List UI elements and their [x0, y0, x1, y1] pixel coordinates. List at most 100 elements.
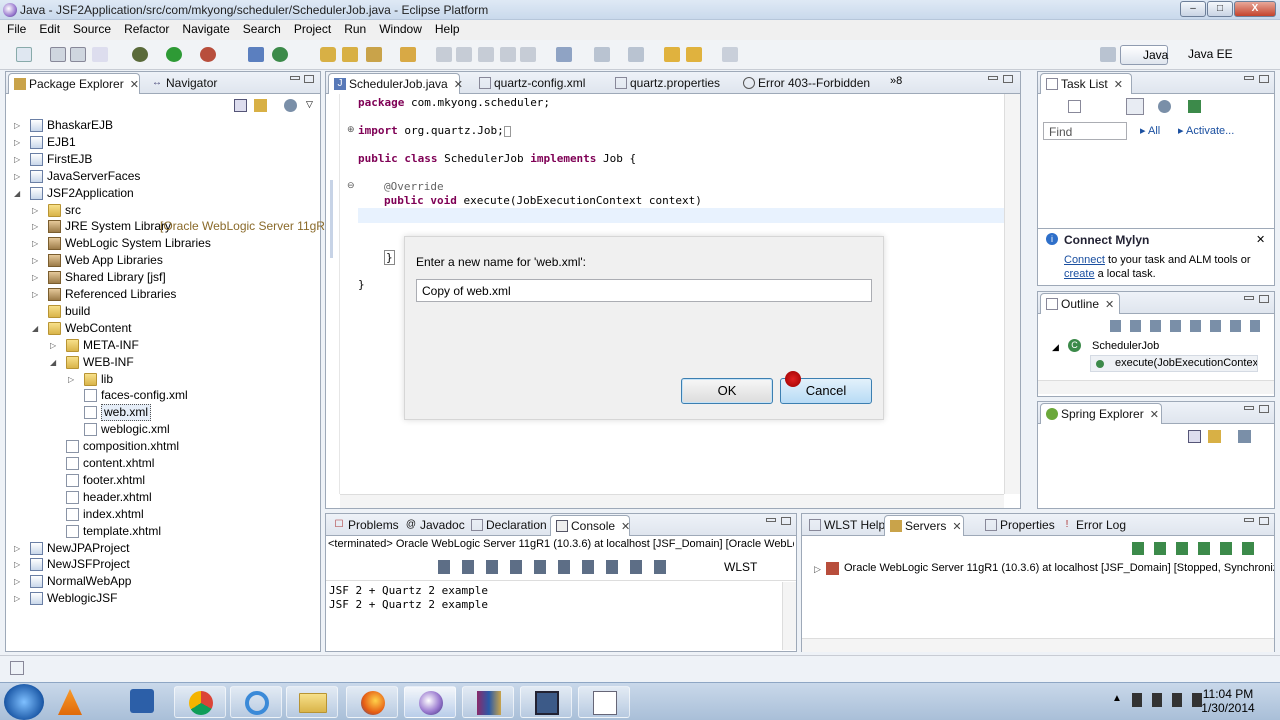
pencil-icon[interactable]: [366, 47, 382, 62]
code-line-execute[interactable]: public void execute(JobExecutionContext …: [384, 194, 702, 207]
maximize-view-icon[interactable]: [1259, 75, 1269, 83]
tree-expand-arrow-icon[interactable]: ▷: [32, 202, 40, 219]
more-tabs-button[interactable]: »8: [890, 75, 902, 87]
open-resource-icon[interactable]: [400, 47, 416, 62]
save-all-icon[interactable]: [70, 47, 86, 62]
show-hidden-icons[interactable]: ▲: [1112, 693, 1122, 704]
print-icon[interactable]: [92, 47, 108, 62]
collapse-all-icon[interactable]: [234, 99, 247, 112]
menu-source[interactable]: Source: [66, 20, 117, 36]
close-icon[interactable]: ✕: [130, 79, 139, 91]
tree-expand-arrow-icon[interactable]: ▷: [32, 269, 40, 286]
maximize-view-icon[interactable]: [1003, 75, 1013, 83]
show-whitespace-icon[interactable]: [520, 47, 536, 62]
tab-problems[interactable]: ☐ Problems: [328, 515, 399, 536]
tab-package-explorer[interactable]: Package Explorer ✕: [8, 73, 140, 94]
outline-toolbar-icons[interactable]: [1110, 320, 1260, 332]
fast-view-icon[interactable]: [10, 661, 24, 675]
toggle-breadcrumb-icon[interactable]: [478, 47, 494, 62]
maximize-view-icon[interactable]: [1259, 517, 1269, 525]
chevron-down-icon[interactable]: ▽: [306, 99, 313, 110]
menu-file[interactable]: File: [0, 20, 32, 36]
taskbar-video[interactable]: [520, 686, 572, 718]
last-edit-icon[interactable]: [664, 47, 680, 62]
filter-icon[interactable]: [1238, 430, 1251, 443]
minimize-view-icon[interactable]: [1244, 76, 1254, 80]
close-icon[interactable]: ✕: [952, 521, 961, 533]
taskbar-folder[interactable]: [286, 686, 338, 718]
new-icon[interactable]: [16, 47, 32, 62]
tray-icons[interactable]: [1132, 693, 1204, 707]
tree-expand-arrow-icon[interactable]: ◢: [50, 354, 58, 371]
start-button[interactable]: [4, 684, 44, 720]
vertical-scrollbar[interactable]: [1004, 94, 1020, 494]
back-icon[interactable]: [686, 47, 702, 62]
tab-servers[interactable]: Servers ✕: [884, 515, 964, 536]
tree-expand-arrow-icon[interactable]: ▷: [14, 151, 22, 168]
server-toolbar-icons[interactable]: [1132, 542, 1262, 555]
tree-expand-arrow-icon[interactable]: ▷: [14, 573, 22, 590]
external-tools-icon[interactable]: [200, 47, 216, 62]
tree-expand-arrow-icon[interactable]: ▷: [14, 540, 22, 557]
code-line-class[interactable]: public class SchedulerJob implements Job…: [358, 152, 636, 165]
horizontal-scrollbar[interactable]: [340, 494, 1004, 508]
tab-wlst-help[interactable]: WLST Help: [804, 515, 885, 536]
menu-run[interactable]: Run: [337, 20, 372, 36]
open-perspective-icon[interactable]: [1100, 47, 1116, 62]
minimize-view-icon[interactable]: [1244, 406, 1254, 410]
close-icon[interactable]: ✕: [1256, 233, 1265, 246]
maximize-view-icon[interactable]: [1259, 405, 1269, 413]
vlc-icon[interactable]: [58, 689, 82, 715]
tree-expand-arrow-icon[interactable]: ▷: [14, 117, 22, 134]
pin-icon[interactable]: [556, 47, 572, 62]
javaee-perspective-button[interactable]: Java EE: [1172, 47, 1233, 61]
code-line-override[interactable]: @Override: [384, 180, 444, 193]
code-line-class-close[interactable]: }: [358, 278, 365, 291]
tab-task-list[interactable]: Task List ✕: [1040, 73, 1132, 94]
tree-expand-arrow-icon[interactable]: ◢: [32, 320, 40, 337]
run-icon[interactable]: [166, 47, 182, 62]
tree-expand-arrow-icon[interactable]: ▷: [32, 235, 40, 252]
minimize-button[interactable]: –: [1180, 1, 1206, 17]
explorer-pin-icon[interactable]: [130, 689, 154, 713]
tab-declaration[interactable]: Declaration: [466, 515, 556, 536]
save-icon[interactable]: [50, 47, 66, 62]
tab-quartz-config[interactable]: quartz-config.xml: [474, 73, 604, 94]
horizontal-scrollbar[interactable]: [802, 638, 1274, 652]
close-icon[interactable]: ✕: [621, 521, 630, 533]
expand-arrow-icon[interactable]: ◢: [1052, 342, 1059, 353]
maximize-button[interactable]: □: [1207, 1, 1233, 17]
vertical-scrollbar[interactable]: [782, 582, 796, 650]
menu-window[interactable]: Window: [372, 20, 428, 36]
debug-icon[interactable]: [132, 47, 148, 62]
tree-expand-arrow-icon[interactable]: ▷: [32, 252, 40, 269]
new-name-input[interactable]: Copy of web.xml: [416, 279, 872, 302]
categorized-icon[interactable]: [1126, 98, 1144, 115]
taskbar-firefox[interactable]: [346, 686, 398, 718]
open-type-icon[interactable]: [320, 47, 336, 62]
taskbar-chrome[interactable]: [174, 686, 226, 718]
tree-expand-arrow-icon[interactable]: ◢: [14, 185, 22, 202]
expand-arrow-icon[interactable]: ▷: [814, 564, 821, 575]
highlight-icon[interactable]: [456, 47, 472, 62]
menu-navigate[interactable]: Navigate: [175, 20, 235, 36]
all-link[interactable]: ▸ All: [1140, 124, 1160, 137]
maximize-view-icon[interactable]: [304, 75, 314, 83]
outline-method[interactable]: execute(JobExecutionContext: [1090, 355, 1258, 372]
close-icon[interactable]: ✕: [1105, 299, 1114, 311]
scheduled-icon[interactable]: [1158, 100, 1171, 113]
menu-project[interactable]: Project: [287, 20, 337, 36]
code-line-import[interactable]: import org.quartz.Job;: [358, 124, 511, 137]
tab-spring-explorer[interactable]: Spring Explorer ✕: [1040, 403, 1162, 424]
taskbar-winrar[interactable]: [462, 686, 514, 718]
minimize-view-icon[interactable]: [290, 76, 300, 80]
minimize-view-icon[interactable]: [1244, 296, 1254, 300]
clock[interactable]: 11:04 PM 1/30/2014: [1198, 687, 1258, 715]
annotation-icon[interactable]: [436, 47, 452, 62]
new-task-icon[interactable]: [1068, 100, 1081, 113]
collapse-fold-icon[interactable]: ⊖: [347, 180, 355, 191]
menu-search[interactable]: Search: [236, 20, 287, 36]
next-annotation-icon[interactable]: [594, 47, 610, 62]
tab-schedulerjob[interactable]: J SchedulerJob.java ✕: [328, 73, 463, 94]
code-line-method-close[interactable]: }: [384, 250, 395, 265]
